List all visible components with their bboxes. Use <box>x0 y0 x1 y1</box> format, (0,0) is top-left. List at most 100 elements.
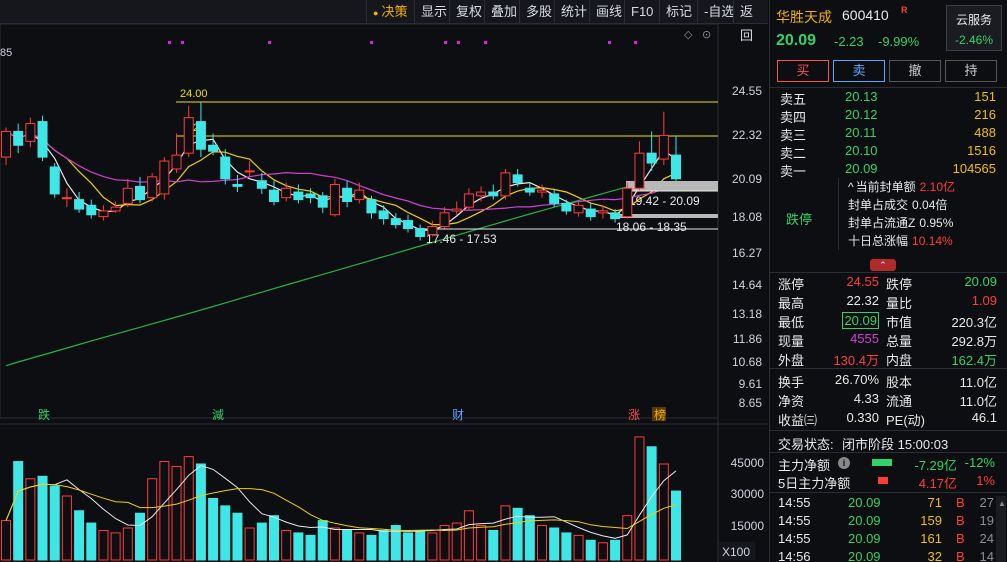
stat-value: 292.8万 <box>951 334 997 349</box>
toolbar-item-6[interactable]: 画线 <box>589 0 628 24</box>
signal-marker <box>484 41 487 44</box>
candle-body <box>366 199 377 214</box>
ask-price: 20.09 <box>845 161 878 176</box>
ask-volume: 104565 <box>952 161 996 176</box>
stat-label: 流通 <box>886 394 913 409</box>
candle-body <box>293 191 304 201</box>
diamond-icon[interactable]: ◇ <box>684 29 693 41</box>
toolbar-item-2[interactable]: 复权 <box>449 0 488 24</box>
toolbar-item-3[interactable]: 叠加 <box>484 0 523 24</box>
stat-label: PE(动) <box>886 413 926 428</box>
toolbar-item-5[interactable]: 统计 <box>554 0 593 24</box>
price-tick-label: 14.64 <box>732 278 762 292</box>
settings-circle-icon[interactable]: ⊙ <box>702 29 711 41</box>
candle-body <box>232 183 243 187</box>
volume-unit-label: X100 <box>722 545 750 559</box>
event-tag[interactable]: 跌 <box>38 407 50 422</box>
candle-body <box>561 202 572 212</box>
toolbar-item-10[interactable]: 返回 <box>733 0 768 43</box>
collapse-chevron-icon[interactable]: ⌃ <box>870 259 896 271</box>
tick-row[interactable]: 14:56 20.09 32 B 14 <box>770 549 994 562</box>
sell-button[interactable]: 卖 <box>833 60 885 82</box>
volume-bar <box>597 542 608 561</box>
event-tag[interactable]: 榜 <box>654 407 666 422</box>
stat-value: 130.4万 <box>833 353 879 368</box>
volume-bar <box>61 495 72 561</box>
event-tag[interactable]: 減 <box>212 407 224 422</box>
volume-bar <box>183 456 194 561</box>
caret-icon: ^ <box>848 180 854 194</box>
stat-value: 24.55 <box>846 274 879 289</box>
toolbar-item-8[interactable]: 标记 <box>659 0 698 24</box>
ask-price: 20.11 <box>845 125 877 140</box>
limit-row: 封单占流通Z 0.95% <box>848 214 953 231</box>
tick-side: B <box>956 495 965 510</box>
ask-row[interactable]: 卖一 20.09 104565 <box>770 161 1007 179</box>
cancel-order-button[interactable]: 撤 <box>889 60 941 82</box>
ask-row[interactable]: 卖三 20.11 488 <box>770 125 1007 143</box>
stat-label: 股本 <box>886 375 913 390</box>
kline-chart-area[interactable]: 85 ◇ ⊙ 24.55 22.32 20.09 18.08 16.27 14.64 13.18 1… <box>0 23 768 562</box>
tick-row[interactable]: 14:55 20.09 159 B 19 <box>770 513 994 531</box>
volume-bar <box>25 478 36 561</box>
flow-value: 4.17亿 <box>918 476 957 491</box>
volume-bar <box>427 532 438 561</box>
toolbar-item-label: F10 <box>631 4 654 19</box>
price-tick-label: 16.27 <box>732 246 762 260</box>
ask-row[interactable]: 卖四 20.12 216 <box>770 107 1007 125</box>
tick-row[interactable]: 14:55 20.09 161 B 24 <box>770 531 994 549</box>
scroll-up-icon[interactable]: ▲ <box>998 500 1006 508</box>
candle-body <box>354 189 365 201</box>
kline-chart-svg[interactable]: 85 ◇ ⊙ 24.55 22.32 20.09 18.08 16.27 14.64 13.18 1… <box>0 23 768 562</box>
candle-body <box>37 121 48 158</box>
limit-row-value: 10.14% <box>912 234 953 248</box>
event-tag[interactable]: 涨 <box>628 407 640 422</box>
tick-volume: 161 <box>920 531 942 546</box>
candle-body <box>378 210 389 220</box>
ask-row[interactable]: 卖五 20.13 151 <box>770 89 1007 107</box>
ask-price: 20.13 <box>845 89 878 104</box>
price-tick-label: 10.68 <box>732 355 762 369</box>
ask-label: 卖一 <box>780 164 807 179</box>
toolbar-item-0[interactable]: ● 决策 <box>366 0 413 24</box>
toolbar-item-1[interactable]: 显示 <box>414 0 453 24</box>
stat-label: 内盘 <box>886 353 913 368</box>
margin-badge: R <box>901 5 908 15</box>
price-tick-label: 13.18 <box>732 307 762 321</box>
event-tag[interactable]: 财 <box>452 408 464 422</box>
volume-bar <box>585 539 596 561</box>
limit-row-value: 0.95% <box>919 216 954 230</box>
toolbar-item-7[interactable]: F10 <box>624 0 659 24</box>
tick-row[interactable]: 14:55 20.09 71 B 27 <box>770 495 994 513</box>
toolbar-item-label: 决策 <box>381 4 408 19</box>
candle-body <box>403 220 413 230</box>
volume-bar <box>549 527 560 561</box>
tick-volume: 32 <box>927 549 942 562</box>
toolbar-item-label: 画线 <box>596 4 623 19</box>
tick-price: 20.09 <box>848 513 881 528</box>
volume-tick-label: 15000 <box>731 519 765 533</box>
ask-row[interactable]: 卖二 20.10 1516 <box>770 143 1007 161</box>
volume-bar <box>232 512 243 561</box>
info-icon[interactable]: i <box>838 457 850 469</box>
candle-body <box>195 121 206 150</box>
tick-count: 27 <box>979 495 994 510</box>
volume-bar <box>500 505 511 561</box>
positions-button[interactable]: 持 <box>945 60 997 82</box>
volume-bar <box>646 446 657 561</box>
stat-value: 20.09 <box>964 274 997 289</box>
toolbar-item-4[interactable]: 多股 <box>519 0 558 24</box>
signal-marker <box>634 41 637 44</box>
stat-value: 0.330 <box>846 410 879 425</box>
buy-button[interactable]: 买 <box>777 60 829 82</box>
left-edge-label: 85 <box>0 47 12 59</box>
candle-body <box>537 189 547 193</box>
flow-label: 主力净额 <box>778 458 831 473</box>
candle-body <box>646 152 657 164</box>
ask-volume: 488 <box>974 125 996 140</box>
tick-scrollbar[interactable]: ▲ <box>996 496 1006 562</box>
candle-body <box>658 134 669 160</box>
candle-body <box>549 193 560 204</box>
volume-bar <box>524 515 535 561</box>
candle-body <box>281 187 292 199</box>
